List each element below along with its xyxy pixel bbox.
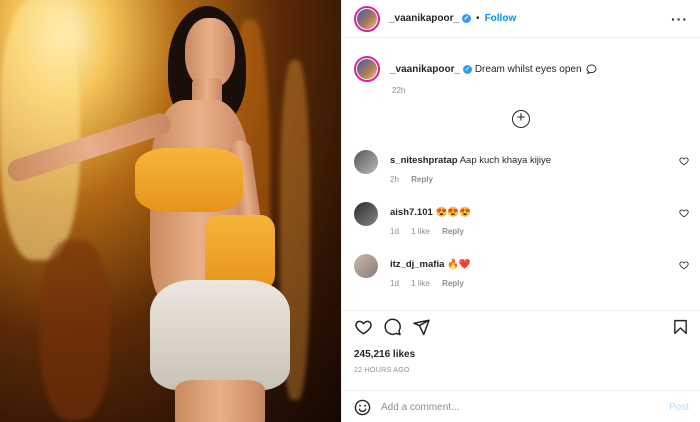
comment-likes[interactable]: 1 like	[411, 279, 430, 288]
post-details-panel: _vaanikapoor_ ✓ • Follow ··· _vaanikapoor…	[341, 0, 700, 422]
reply-button[interactable]: Reply	[442, 227, 464, 236]
caption-text: Dream whilst eyes open	[474, 63, 582, 75]
more-options-icon[interactable]: ···	[671, 11, 688, 27]
comment-body: aish7.101 😍😍😍	[390, 207, 471, 218]
comment-body: itz_dj_mafia 🔥❤️	[390, 259, 471, 270]
commenter-avatar[interactable]	[354, 202, 378, 226]
commenter-avatar[interactable]	[354, 150, 378, 174]
post-viewer: _vaanikapoor_ ✓ • Follow ··· _vaanikapoor…	[0, 0, 700, 422]
emoji-icon[interactable]	[354, 399, 371, 416]
comment-like-heart-icon[interactable]	[679, 156, 689, 166]
action-bar	[354, 318, 689, 338]
reply-button[interactable]: Reply	[411, 175, 433, 184]
follow-button[interactable]: Follow	[485, 13, 517, 24]
section-divider	[342, 390, 700, 391]
comment-likes[interactable]: 1 like	[411, 227, 430, 236]
post-caption: _vaanikapoor_ ✓ Dream whilst eyes open 22…	[354, 56, 689, 95]
post-comment-button[interactable]: Post	[669, 402, 689, 413]
caption-time: 22h	[392, 86, 406, 95]
comment-like-heart-icon[interactable]	[679, 260, 689, 270]
comment-username[interactable]: s_niteshpratap	[390, 155, 458, 166]
comment-username[interactable]: aish7.101	[390, 207, 433, 218]
comment-meta: 1d 1 like Reply	[390, 279, 474, 288]
heart-icon[interactable]	[354, 318, 373, 336]
comment-item: itz_dj_mafia 🔥❤️ 1d 1 like Reply	[354, 254, 689, 294]
speech-bubble-icon	[586, 63, 597, 75]
comment-input[interactable]	[381, 401, 641, 413]
comment-time: 2h	[390, 175, 399, 184]
comment-meta: 2h Reply	[390, 175, 443, 184]
comment-username[interactable]: itz_dj_mafia	[390, 259, 444, 270]
comment-text: Aap kuch khaya kijiye	[459, 155, 552, 166]
comment-time: 1d	[390, 227, 399, 236]
comment-icon[interactable]	[383, 318, 402, 336]
verified-badge-icon: ✓	[463, 64, 473, 74]
bookmark-icon[interactable]	[672, 318, 689, 336]
add-comment-bar: Post	[354, 397, 689, 417]
commenter-avatar[interactable]	[354, 254, 378, 278]
caption-text-block: _vaanikapoor_ ✓ Dream whilst eyes open	[390, 64, 597, 75]
comment-item: aish7.101 😍😍😍 1d 1 like Reply	[354, 202, 689, 242]
load-more-comments-icon[interactable]: +	[512, 110, 530, 128]
comment-like-heart-icon[interactable]	[679, 208, 689, 218]
likes-count[interactable]: 245,216 likes	[354, 349, 415, 360]
post-timestamp[interactable]: 22 HOURS AGO	[354, 367, 410, 374]
post-header: _vaanikapoor_ ✓ • Follow ···	[342, 0, 700, 38]
comment-body: s_niteshpratap Aap kuch khaya kijiye	[390, 155, 551, 166]
comment-text: 🔥❤️	[447, 259, 471, 270]
share-icon[interactable]	[412, 318, 431, 336]
post-image[interactable]	[0, 0, 341, 422]
author-avatar[interactable]	[354, 5, 380, 32]
comment-meta: 1d 1 like Reply	[390, 227, 474, 236]
comment-time: 1d	[390, 279, 399, 288]
comment-text: 😍😍😍	[435, 207, 471, 218]
separator-dot: •	[476, 13, 480, 24]
caption-username[interactable]: _vaanikapoor_	[390, 64, 460, 75]
comment-item: s_niteshpratap Aap kuch khaya kijiye 2h …	[354, 150, 689, 190]
caption-avatar[interactable]	[354, 56, 380, 82]
section-divider	[342, 310, 700, 311]
reply-button[interactable]: Reply	[442, 279, 464, 288]
verified-badge-icon: ✓	[462, 14, 472, 23]
author-username[interactable]: _vaanikapoor_ ✓	[389, 13, 472, 24]
